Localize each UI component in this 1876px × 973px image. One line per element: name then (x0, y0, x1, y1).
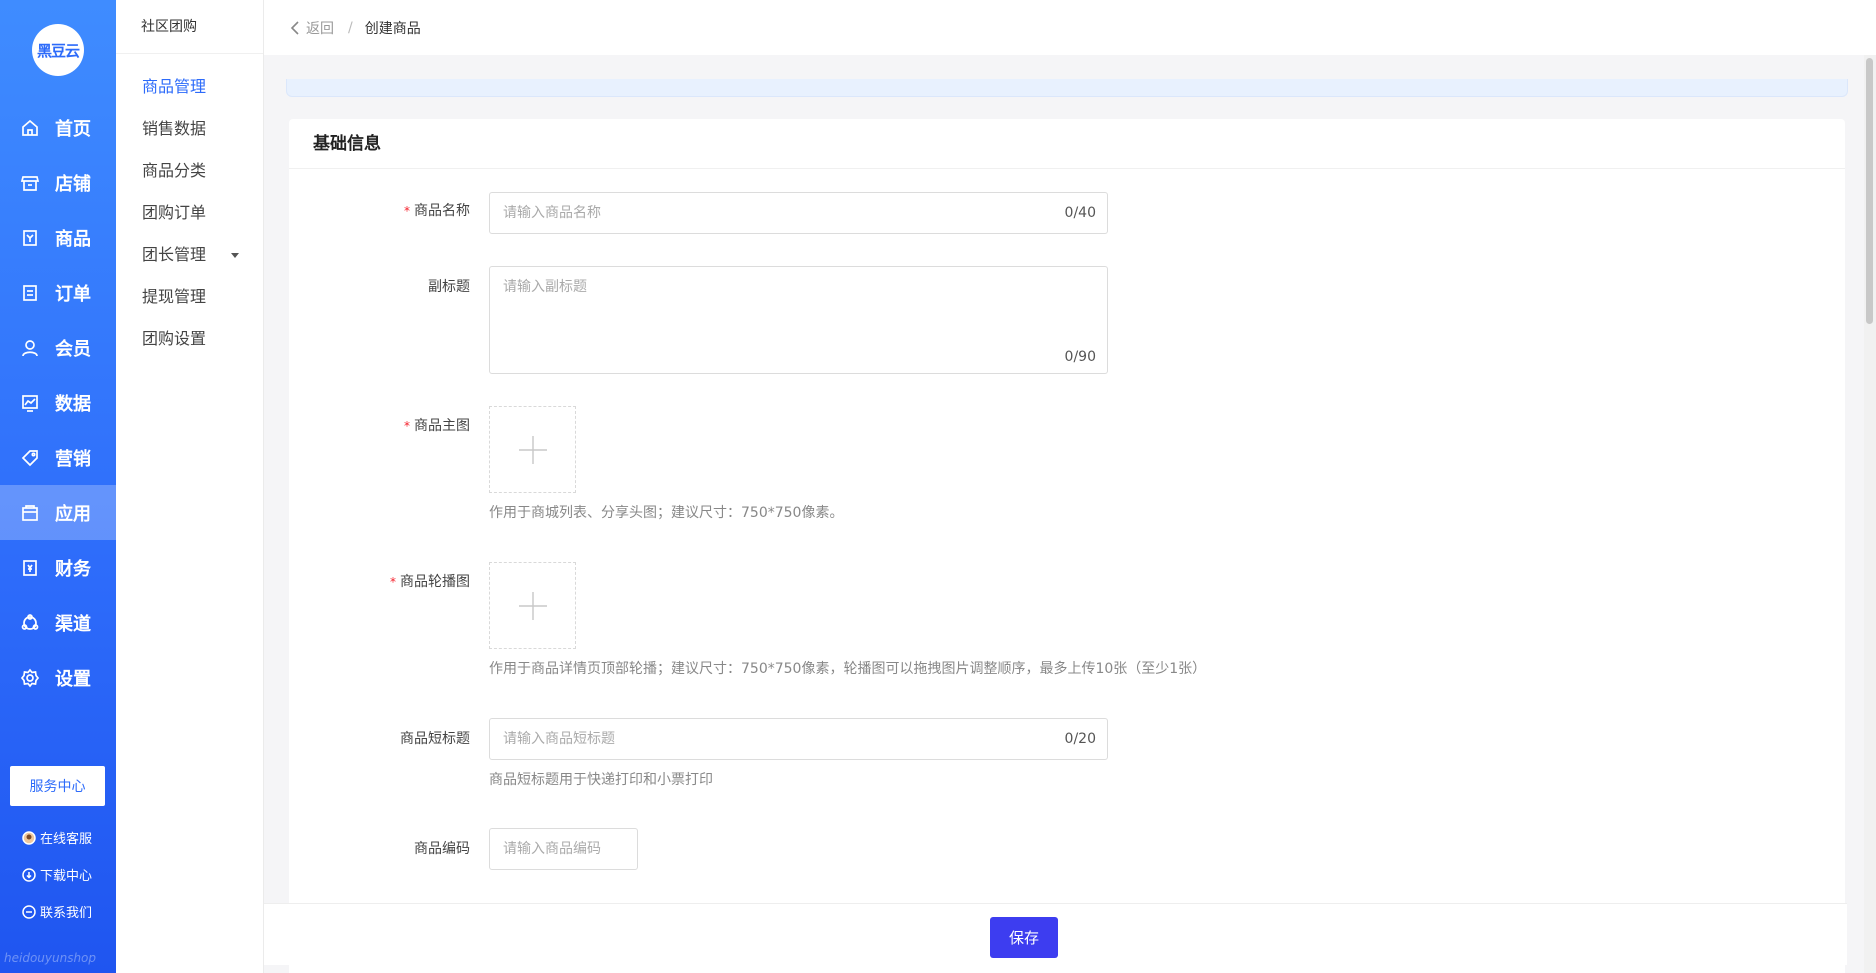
download-icon (22, 867, 36, 882)
product-name-field: 0/40 (489, 192, 1108, 234)
sidebar-item-product-category[interactable]: 商品分类 (116, 150, 263, 192)
sidebar-item-label: 团长管理 (142, 245, 207, 264)
required-mark: * (404, 204, 410, 218)
channel-icon (20, 613, 40, 633)
online-service-label: 在线客服 (40, 832, 93, 847)
nav-item-order[interactable]: 订单 (0, 265, 116, 320)
watermark: heidouyunshop (4, 951, 97, 965)
product-name-label-text: 商品名称 (414, 203, 470, 219)
carousel-upload[interactable] (489, 562, 576, 649)
nav-item-label: 应用 (55, 503, 91, 525)
back-link[interactable]: 返回 (290, 18, 334, 38)
caret-down-icon (231, 253, 239, 258)
product-code-input[interactable] (490, 829, 637, 869)
nav-item-product[interactable]: 商品 (0, 210, 116, 265)
contact-us-label: 联系我们 (40, 906, 93, 921)
nav-item-label: 订单 (55, 283, 91, 305)
carousel-label-text: 商品轮播图 (400, 574, 470, 590)
subtitle-field: 0/90 (489, 266, 1108, 374)
download-center-label: 下载中心 (40, 869, 93, 884)
breadcrumb-separator: / (348, 19, 353, 36)
nav-item-label: 首页 (55, 118, 91, 140)
subtitle-counter: 0/90 (1064, 349, 1096, 365)
main-image-hint: 作用于商城列表、分享头图；建议尺寸：750*750像素。 (489, 505, 844, 521)
required-mark: * (404, 419, 410, 433)
contact-us-link[interactable]: 联系我们 (22, 902, 92, 921)
order-icon (20, 283, 40, 303)
short-title-counter: 0/20 (1064, 731, 1096, 747)
sidebar-item-leader-management[interactable]: 团长管理 (116, 234, 263, 276)
chevron-left-icon (290, 20, 300, 35)
sidebar-item-group-orders[interactable]: 团购订单 (116, 192, 263, 234)
download-center-link[interactable]: 下载中心 (22, 865, 92, 884)
store-icon (20, 173, 40, 193)
tag-icon (20, 448, 40, 468)
home-icon (20, 118, 40, 138)
nav-item-app[interactable]: 应用 (0, 485, 116, 540)
nav-item-data[interactable]: 数据 (0, 375, 116, 430)
online-service-link[interactable]: 在线客服 (22, 828, 92, 847)
nav-item-label: 设置 (55, 668, 91, 690)
main-image-upload[interactable] (489, 406, 576, 493)
secondary-nav-title: 社区团购 (116, 0, 263, 54)
primary-nav: 首页 店铺 商品 订单 会员 数据 营销 应用 财务 渠道 设置 (0, 100, 116, 705)
subtitle-input[interactable] (490, 267, 1107, 373)
nav-item-marketing[interactable]: 营销 (0, 430, 116, 485)
nav-item-label: 数据 (55, 393, 91, 415)
settings-icon (20, 668, 40, 688)
nav-item-member[interactable]: 会员 (0, 320, 116, 375)
service-center-button[interactable]: 服务中心 (10, 766, 105, 806)
breadcrumb-current: 创建商品 (364, 20, 421, 37)
contact-icon (22, 904, 36, 919)
product-name-label: * 商品名称 (290, 200, 470, 220)
short-title-field: 0/20 (489, 718, 1108, 760)
required-mark: * (390, 575, 396, 589)
main-image-label-text: 商品主图 (414, 418, 470, 434)
sidebar-item-product-management[interactable]: 商品管理 (116, 66, 263, 108)
subtitle-label: 副标题 (428, 279, 470, 295)
carousel-hint: 作用于商品详情页顶部轮播；建议尺寸：750*750像素，轮播图可以拖拽图片调整顺… (489, 661, 1207, 677)
chart-icon (20, 393, 40, 413)
carousel-label: * 商品轮播图 (290, 571, 470, 591)
short-title-hint: 商品短标题用于快递打印和小票打印 (489, 772, 713, 788)
nav-item-store[interactable]: 店铺 (0, 155, 116, 210)
save-button[interactable]: 保存 (990, 917, 1058, 958)
plus-icon (518, 435, 547, 464)
product-code-label: 商品编码 (414, 841, 470, 857)
nav-item-label: 财务 (55, 558, 91, 580)
nav-item-label: 商品 (55, 228, 91, 250)
member-icon (20, 338, 40, 358)
sidebar-item-sales-data[interactable]: 销售数据 (116, 108, 263, 150)
nav-item-channel[interactable]: 渠道 (0, 595, 116, 650)
product-name-counter: 0/40 (1064, 205, 1096, 221)
app-icon (20, 503, 40, 523)
plus-icon (518, 591, 547, 620)
product-code-field (489, 828, 638, 870)
avatar-icon (22, 830, 36, 845)
nav-item-home[interactable]: 首页 (0, 100, 116, 155)
product-icon (20, 228, 40, 248)
nav-item-settings[interactable]: 设置 (0, 650, 116, 705)
sidebar-item-group-settings[interactable]: 团购设置 (116, 318, 263, 360)
nav-item-label: 渠道 (55, 613, 91, 635)
logo[interactable]: 黑豆云 (32, 24, 84, 76)
nav-item-label: 营销 (55, 448, 91, 470)
main-image-label: * 商品主图 (290, 415, 470, 435)
product-name-input[interactable] (490, 193, 1107, 233)
secondary-sidebar: 社区团购 商品管理 销售数据 商品分类 团购订单 团长管理 提现管理 团购设置 (116, 0, 264, 973)
secondary-nav: 商品管理 销售数据 商品分类 团购订单 团长管理 提现管理 团购设置 (116, 54, 263, 360)
primary-sidebar: 黑豆云 首页 店铺 商品 订单 会员 数据 营销 应用 财务 渠道 设置 服务中… (0, 0, 116, 973)
scrollbar-thumb[interactable] (1866, 58, 1873, 324)
section-title: 基础信息 (289, 119, 1845, 169)
back-label: 返回 (306, 20, 334, 37)
breadcrumb: 返回 / 创建商品 (264, 0, 1876, 55)
short-title-label: 商品短标题 (400, 731, 470, 747)
nav-item-finance[interactable]: 财务 (0, 540, 116, 595)
nav-item-label: 店铺 (55, 173, 91, 195)
notice-bar (286, 79, 1848, 97)
finance-icon (20, 558, 40, 578)
nav-item-label: 会员 (55, 338, 91, 360)
sidebar-item-withdrawal[interactable]: 提现管理 (116, 276, 263, 318)
short-title-input[interactable] (490, 719, 1107, 759)
